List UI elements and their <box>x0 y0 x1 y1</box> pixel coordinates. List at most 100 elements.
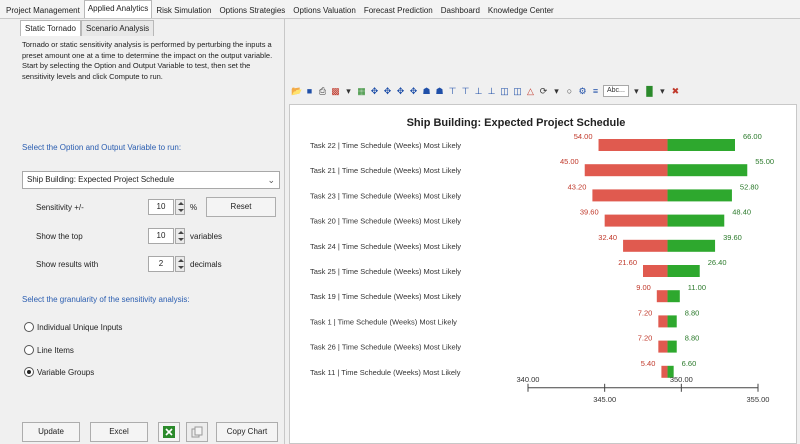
table-icon[interactable]: ◫ <box>499 86 510 97</box>
bar-high <box>667 265 700 277</box>
dropdown-arrow-icon[interactable]: ▾ <box>343 86 354 97</box>
open-icon[interactable]: 📂 <box>291 86 302 97</box>
category-label: Task 23 | Time Schedule (Weeks) Most Lik… <box>310 191 461 200</box>
2d-3d-icon[interactable]: △ <box>525 86 536 97</box>
chart-toolbar: 📂 ■ ⎙ ▩ ▾ ▦ ✥ ✥ ✥ ✥ ☗ ☗ ⊤ ⊤ ⊥ ⊥ ◫ ◫ △ ⟳ … <box>289 81 797 101</box>
axis-icon[interactable]: ⊤ <box>447 86 458 97</box>
bar-high <box>667 290 680 303</box>
legend-icon[interactable]: ☗ <box>421 86 432 97</box>
properties-icon[interactable]: ≡ <box>590 86 601 97</box>
move-icon[interactable]: ✥ <box>395 86 406 97</box>
x-tick-label: 355.00 <box>747 395 770 404</box>
data-label-high: 8.80 <box>685 334 700 343</box>
gridline-icon[interactable]: ⊥ <box>486 86 497 97</box>
menu-tab[interactable]: Options Valuation <box>289 2 360 18</box>
reset-button[interactable]: Reset <box>206 197 276 217</box>
bar-low <box>604 214 668 227</box>
category-label: Task 25 | Time Schedule (Weeks) Most Lik… <box>310 267 461 276</box>
bar-high <box>667 315 677 328</box>
radio-circle <box>24 322 34 332</box>
radio-label: Variable Groups <box>37 367 95 377</box>
bar-low <box>584 164 668 177</box>
bar-high <box>667 139 735 151</box>
menu-tab[interactable]: Forecast Prediction <box>360 2 437 18</box>
color-icon[interactable]: ○ <box>564 86 575 97</box>
bar-low <box>658 315 668 328</box>
data-label-high: 11.00 <box>688 283 706 292</box>
move-icon[interactable]: ✥ <box>369 86 380 97</box>
decimals-stepper[interactable] <box>175 256 185 272</box>
data-label-low: 7.20 <box>638 308 653 317</box>
radio-label: Individual Unique Inputs <box>37 322 123 332</box>
bar-high <box>667 239 716 252</box>
move-icon[interactable]: ✥ <box>408 86 419 97</box>
menu-tab[interactable]: Dashboard <box>437 2 484 18</box>
move-icon[interactable]: ✥ <box>382 86 393 97</box>
dropdown-arrow-icon[interactable]: ▾ <box>551 86 562 97</box>
radio-label: Line Items <box>37 345 74 355</box>
x-tick-label: 345.00 <box>593 395 616 404</box>
menu-tab[interactable]: Options Strategies <box>215 2 289 18</box>
category-label: Task 1 | Time Schedule (Weeks) Most Like… <box>310 317 457 326</box>
bar-low <box>656 290 668 303</box>
bar-high <box>667 214 725 227</box>
category-label: Task 26 | Time Schedule (Weeks) Most Lik… <box>310 343 461 352</box>
bar-low <box>643 265 668 277</box>
text-box-button[interactable]: Abc... <box>603 85 629 97</box>
ribbon-tabs: Project Management Applied Analytics Risk … <box>0 0 800 19</box>
menu-tab[interactable]: Project Management <box>2 2 84 18</box>
menu-tab[interactable]: Applied Analytics <box>83 0 153 18</box>
legend-icon[interactable]: ☗ <box>434 86 445 97</box>
gallery-icon[interactable]: ▦ <box>356 86 367 97</box>
excel-icon-button[interactable] <box>158 422 180 442</box>
copy-chart-button[interactable]: Copy Chart <box>216 422 278 442</box>
data-label-low: 39.60 <box>580 208 599 217</box>
sensitivity-stepper[interactable] <box>175 199 185 215</box>
chart-type-icon[interactable]: ▩ <box>330 86 341 97</box>
show-top-input[interactable]: 10 <box>148 228 174 244</box>
save-icon[interactable]: ■ <box>304 86 315 97</box>
tools-icon[interactable]: ⚙ <box>577 86 588 97</box>
category-label: Task 21 | Time Schedule (Weeks) Most Lik… <box>310 166 461 175</box>
print-icon[interactable]: ⎙ <box>317 86 328 97</box>
menu-tab[interactable]: Knowledge Center <box>484 2 558 18</box>
data-label-low: 7.20 <box>638 334 653 343</box>
bar-low <box>598 139 668 151</box>
decimals-input[interactable]: 2 <box>148 256 174 272</box>
show-top-stepper[interactable] <box>175 228 185 244</box>
excel-button[interactable]: Excel <box>90 422 148 442</box>
bar-low <box>658 340 668 353</box>
variable-select[interactable]: Ship Building: Expected Project Schedule… <box>22 171 280 189</box>
data-label-high: 52.80 <box>740 182 759 191</box>
category-label: Task 20 | Time Schedule (Weeks) Most Lik… <box>310 217 461 226</box>
axis-icon[interactable]: ⊤ <box>460 86 471 97</box>
dropdown-arrow-icon[interactable]: ▾ <box>657 86 668 97</box>
variable-select-value: Ship Building: Expected Project Schedule <box>27 175 175 184</box>
radio-line-items[interactable]: Line Items <box>24 345 74 355</box>
clear-icon[interactable]: ✖ <box>670 86 681 97</box>
copy-icon <box>191 426 203 438</box>
tab-scenario-analysis[interactable]: Scenario Analysis <box>81 20 155 36</box>
table-icon[interactable]: ◫ <box>512 86 523 97</box>
bar-high <box>667 164 748 177</box>
update-button[interactable]: Update <box>22 422 80 442</box>
radio-individual-inputs[interactable]: Individual Unique Inputs <box>24 322 122 332</box>
fill-color-icon[interactable]: █ <box>644 86 655 97</box>
show-top-label: Show the top <box>36 232 83 241</box>
category-label: Task 11 | Time Schedule (Weeks) Most Lik… <box>310 368 461 377</box>
show-top-unit: variables <box>190 232 223 241</box>
radio-variable-groups[interactable]: Variable Groups <box>24 367 94 377</box>
menu-tab[interactable]: Risk Simulation <box>152 2 215 18</box>
rotate-icon[interactable]: ⟳ <box>538 86 549 97</box>
data-label-low: 21.60 <box>618 258 637 267</box>
excel-icon <box>163 426 175 438</box>
decimals-label: Show results with <box>36 260 99 269</box>
dropdown-arrow-icon[interactable]: ▾ <box>631 86 642 97</box>
tab-static-tornado[interactable]: Static Tornado <box>20 20 81 36</box>
gridline-icon[interactable]: ⊥ <box>473 86 484 97</box>
decimals-unit: decimals <box>190 260 222 269</box>
sensitivity-input[interactable]: 10 <box>148 199 174 215</box>
data-label-low: 45.00 <box>560 157 579 166</box>
data-label-low: 43.20 <box>568 182 587 191</box>
copy-icon-button[interactable] <box>186 422 208 442</box>
